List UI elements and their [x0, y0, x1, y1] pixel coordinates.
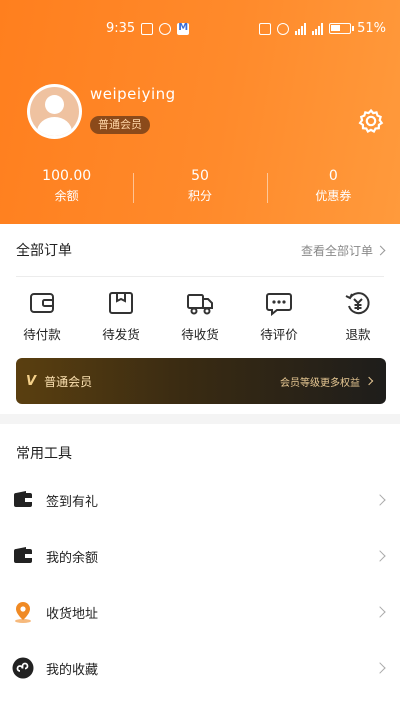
vip-membership-banner[interactable]: V 普通会员 会员等级更多权益	[16, 358, 386, 404]
member-level-badge: 普通会员	[90, 116, 150, 134]
username: weipeiying	[90, 85, 176, 103]
package-icon	[109, 292, 133, 314]
avatar[interactable]	[27, 84, 82, 139]
status-right: 51%	[259, 21, 386, 36]
signal-icon	[295, 22, 307, 35]
wallet-icon	[30, 293, 54, 313]
order-pending-payment[interactable]: 待付款	[12, 290, 72, 343]
order-status-label: 退款	[345, 327, 371, 342]
chevron-right-icon	[374, 550, 386, 562]
signal-icon-2	[312, 22, 324, 35]
order-to-ship[interactable]: 待发货	[91, 290, 151, 343]
account-stats: 100.00 余额 50 积分 0 优惠券	[0, 168, 400, 208]
tool-my-balance[interactable]: 我的余额	[0, 528, 400, 584]
order-refund[interactable]: 退款	[328, 290, 388, 343]
clock: 9:35	[106, 21, 136, 36]
stat-value: 100.00	[42, 168, 92, 184]
comment-icon	[266, 293, 292, 316]
order-to-review[interactable]: 待评价	[249, 290, 309, 343]
stat-coupons[interactable]: 0 优惠券	[266, 168, 400, 208]
chevron-right-icon	[375, 245, 386, 255]
stat-label: 积分	[187, 189, 212, 203]
refund-icon	[345, 292, 370, 315]
status-left: 9:35	[106, 21, 190, 36]
chevron-right-icon	[374, 662, 386, 674]
tool-label: 我的收藏	[46, 662, 99, 678]
mail-icon	[177, 22, 190, 35]
orders-title: 全部订单	[16, 243, 72, 259]
battery-icon	[329, 23, 355, 34]
nfc-icon	[259, 22, 272, 35]
wallet-icon	[12, 489, 34, 511]
order-to-receive[interactable]: 待收货	[170, 290, 230, 343]
common-tools-card: 常用工具 签到有礼 我的余额 收货地址 我的收藏	[0, 424, 400, 711]
tool-shipping-address[interactable]: 收货地址	[0, 584, 400, 640]
vip-v-icon: V	[26, 373, 37, 389]
order-status-list: 待付款 待发货 待收货 待评价 退款	[0, 290, 400, 343]
orders-header: 全部订单 查看全部订单	[16, 224, 386, 277]
order-status-label: 待发货	[102, 327, 140, 342]
avatar-placeholder-icon	[30, 87, 79, 136]
stat-value: 0	[328, 168, 338, 184]
chevron-right-icon	[374, 606, 386, 618]
vip-benefits-link: 会员等级更多权益	[280, 377, 360, 389]
chevron-right-icon	[364, 376, 374, 386]
tool-my-favorites[interactable]: 我的收藏	[0, 640, 400, 696]
vip-right: 会员等级更多权益	[280, 374, 374, 389]
tool-label: 收货地址	[46, 606, 99, 622]
status-bar: 9:35 51%	[0, 0, 400, 58]
view-all-orders-label: 查看全部订单	[300, 243, 373, 258]
stat-points[interactable]: 50 积分	[133, 168, 266, 208]
vip-level: 普通会员	[44, 374, 93, 389]
order-status-label: 待评价	[260, 327, 298, 342]
order-status-label: 待付款	[23, 327, 61, 342]
chevron-right-icon	[374, 494, 386, 506]
tools-title: 常用工具	[16, 446, 72, 462]
view-all-orders-link[interactable]: 查看全部订单	[300, 242, 386, 259]
app-notification-icon	[159, 22, 172, 35]
location-icon	[12, 601, 34, 623]
stat-label: 余额	[54, 189, 79, 203]
stat-balance[interactable]: 100.00 余额	[0, 168, 133, 208]
tool-label: 签到有礼	[46, 494, 99, 510]
wallet-icon	[12, 545, 34, 567]
battery-level: 51%	[357, 21, 386, 36]
truck-icon	[187, 294, 213, 315]
collection-icon	[12, 657, 34, 679]
sim-icon	[141, 22, 154, 35]
order-status-label: 待收货	[181, 327, 219, 342]
tool-label: 我的余额	[46, 550, 99, 566]
stat-value: 50	[191, 168, 209, 184]
alarm-icon	[277, 22, 290, 35]
profile-header: 9:35 51% weipeiying 普通会员 100.00 余额	[0, 0, 400, 224]
stat-label: 优惠券	[315, 189, 352, 203]
vip-left: V 普通会员	[26, 373, 92, 390]
settings-gear-icon[interactable]	[357, 107, 385, 135]
tool-check-in[interactable]: 签到有礼	[0, 472, 400, 528]
